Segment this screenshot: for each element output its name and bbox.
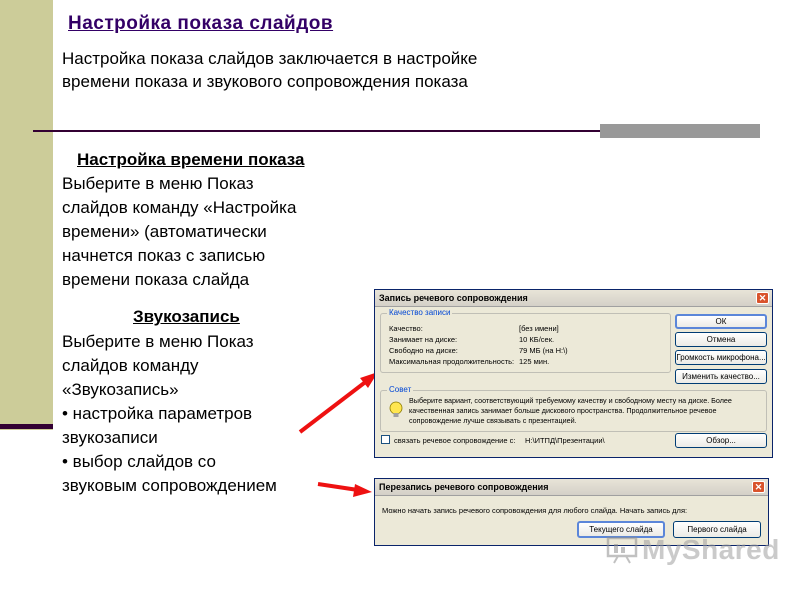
left-accent-bar <box>0 424 53 429</box>
divider-accent-block <box>600 124 760 138</box>
sound-line: звукозаписи <box>62 428 158 447</box>
sound-heading: Звукозапись <box>133 307 240 326</box>
tip-group: Совет Выберите вариант, соответствующий … <box>380 385 767 432</box>
sound-line: слайдов команду <box>62 356 199 375</box>
change-quality-button[interactable]: Изменить качество... <box>675 369 767 384</box>
disk-usage-value: 10 КБ/сек. <box>519 335 555 344</box>
free-space-key: Свободно на диске: <box>389 346 458 355</box>
link-narration-path: H:\ИТПД\Презентации\ <box>525 436 605 445</box>
browse-button[interactable]: Обзор... <box>675 433 767 448</box>
quality-group-label: Качество записи <box>387 308 453 317</box>
watermark-text: MyShared <box>642 534 780 565</box>
dialog-titlebar: Перезапись речевого сопровождения ✕ <box>375 479 768 496</box>
sound-line: «Звукозапись» <box>62 380 179 399</box>
intro-text: Настройка показа слайдов заключается в н… <box>62 47 582 93</box>
timing-text: Выберите в меню Показ слайдов команду «Н… <box>62 172 362 292</box>
ok-button[interactable]: ОК <box>675 314 767 329</box>
sound-text: Выберите в меню Показ слайдов команду «З… <box>62 330 362 498</box>
tip-text: Выберите вариант, соответствующий требуе… <box>409 396 732 426</box>
link-narration-label: связать речевое сопровождение с: <box>394 436 516 445</box>
tip-line: Выберите вариант, соответствующий требуе… <box>409 396 732 405</box>
disk-usage-key: Занимает на диске: <box>389 335 458 344</box>
timing-line: времени показа слайда <box>62 270 250 289</box>
max-duration-value: 125 мин. <box>519 357 550 366</box>
timing-heading: Настройка времени показа <box>77 150 305 169</box>
tip-line: качественная запись занимает больше диск… <box>409 406 717 415</box>
tip-line: сопровождение лучше связывать с презента… <box>409 416 577 425</box>
slide-title: Настройка показа слайдов <box>68 13 334 34</box>
timing-line: Выберите в меню Показ <box>62 174 254 193</box>
sound-line: звуковым сопровождением <box>62 476 277 495</box>
free-space-value: 79 МБ (на H:\) <box>519 346 568 355</box>
timing-line: времени» (автоматически <box>62 222 267 241</box>
lightbulb-icon <box>389 401 403 417</box>
quality-key: Качество: <box>389 324 423 333</box>
dialog-title: Запись речевого сопровождения <box>379 293 528 303</box>
mic-volume-button[interactable]: Громкость микрофона... <box>675 350 767 365</box>
dialog-title: Перезапись речевого сопровождения <box>379 482 549 492</box>
close-icon[interactable]: ✕ <box>756 292 769 304</box>
dialog-titlebar: Запись речевого сопровождения ✕ <box>375 290 772 307</box>
left-decorative-band <box>0 0 53 430</box>
timing-line: слайдов команду «Настройка <box>62 198 297 217</box>
timing-line: начнется показ с записью <box>62 246 266 265</box>
record-narration-dialog: Запись речевого сопровождения ✕ Качество… <box>374 289 773 458</box>
intro-line: времени показа и звукового сопровождения… <box>62 72 468 91</box>
rerecord-message: Можно начать запись речевого сопровожден… <box>382 506 688 515</box>
sound-line: Выберите в меню Показ <box>62 332 254 351</box>
intro-line: Настройка показа слайдов заключается в н… <box>62 49 478 68</box>
close-icon[interactable]: ✕ <box>752 481 765 493</box>
quality-group: Качество записи Качество: [без имени] За… <box>380 308 671 373</box>
tip-group-label: Совет <box>387 385 414 394</box>
cancel-button[interactable]: Отмена <box>675 332 767 347</box>
sound-line: • выбор слайдов со <box>62 452 216 471</box>
quality-value: [без имени] <box>519 324 559 333</box>
link-narration-checkbox[interactable] <box>381 435 390 444</box>
max-duration-key: Максимальная продолжительность: <box>389 357 515 366</box>
presentation-board-icon <box>606 536 638 564</box>
sound-line: • настройка параметров <box>62 404 253 423</box>
